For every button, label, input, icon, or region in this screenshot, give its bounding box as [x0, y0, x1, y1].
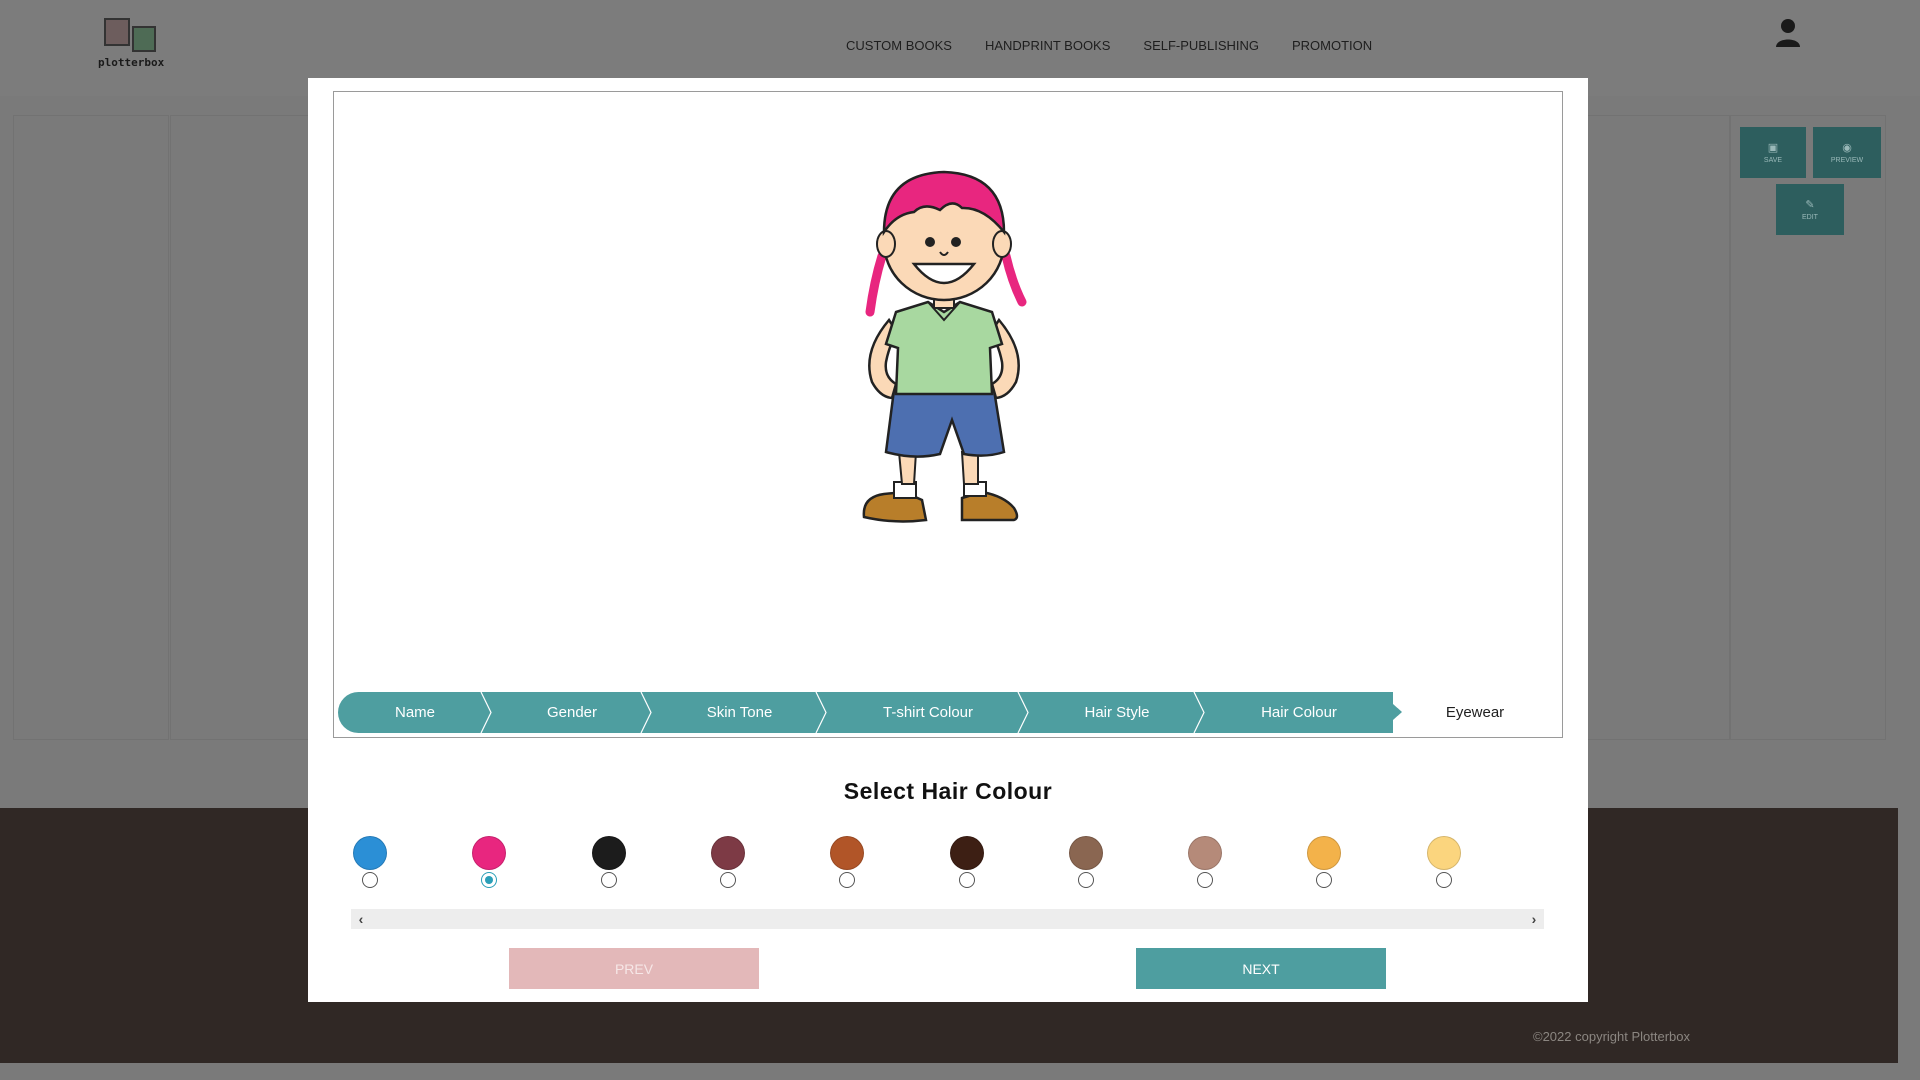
wizard-step-name[interactable]: Name	[338, 692, 492, 733]
hair-colour-option[interactable]	[698, 836, 758, 904]
colour-swatch[interactable]	[950, 836, 984, 870]
character-illustration	[862, 170, 1027, 523]
wizard-step-label: Gender	[546, 704, 598, 721]
colour-swatch[interactable]	[1427, 836, 1461, 870]
wizard-step-skin-tone[interactable]: Skin Tone	[652, 692, 827, 733]
hair-colour-option[interactable]	[817, 836, 877, 904]
wizard-step-eyewear[interactable]: Eyewear	[1393, 692, 1557, 733]
scroll-left-icon[interactable]: ‹	[351, 909, 371, 929]
wizard-step-label: Hair Style	[1084, 704, 1150, 721]
preview-label: PREVIEW	[1830, 157, 1864, 164]
logo-text: plotterbox	[98, 56, 165, 69]
hair-colour-option[interactable]	[937, 836, 997, 904]
main-nav: CUSTOM BOOKS HANDPRINT BOOKS SELF-PUBLIS…	[846, 38, 1405, 53]
next-button[interactable]: NEXT	[1136, 948, 1386, 989]
logo-block-left	[104, 18, 130, 46]
prev-button[interactable]: PREV	[509, 948, 759, 989]
save-button[interactable]: ▣ SAVE	[1740, 127, 1806, 178]
step-separator-chevron-icon	[640, 692, 652, 733]
colour-swatch[interactable]	[353, 836, 387, 870]
wizard-step-hair-colour[interactable]: Hair Colour	[1205, 692, 1393, 733]
colour-radio[interactable]	[481, 872, 497, 888]
wizard-step-label: Hair Colour	[1261, 704, 1337, 721]
eye-icon: ◉	[1842, 142, 1852, 154]
colour-radio[interactable]	[839, 872, 855, 888]
wizard-step-hair-style[interactable]: Hair Style	[1029, 692, 1205, 733]
character-builder-modal: Name Gender Skin Tone T-shirt Colour Hair St…	[308, 78, 1588, 1002]
nav-custom-books[interactable]: CUSTOM BOOKS	[846, 38, 952, 53]
step-separator-chevron-icon	[1017, 692, 1029, 733]
hair-colour-option[interactable]	[1175, 836, 1235, 904]
floppy-disk-icon: ▣	[1767, 142, 1779, 154]
wizard-step-label: Name	[394, 704, 435, 721]
wizard-step-label: Eyewear	[1445, 704, 1505, 721]
colour-swatch[interactable]	[1307, 836, 1341, 870]
wizard-step-gender[interactable]: Gender	[492, 692, 652, 733]
copyright-text: ©2022 copyright Plotterbox	[1533, 1029, 1691, 1044]
preview-button[interactable]: ◉ PREVIEW	[1813, 127, 1881, 178]
wizard-step-label: Skin Tone	[706, 704, 773, 721]
scroll-right-icon[interactable]: ›	[1524, 909, 1544, 929]
colour-swatch[interactable]	[711, 836, 745, 870]
colour-swatch[interactable]	[1188, 836, 1222, 870]
hair-colour-option[interactable]	[459, 836, 519, 904]
step-separator-chevron-icon	[1193, 692, 1205, 733]
hair-colour-option[interactable]	[1056, 836, 1116, 904]
colour-swatch[interactable]	[592, 836, 626, 870]
wizard-step-label: T-shirt Colour	[882, 704, 974, 721]
hair-colour-option[interactable]	[340, 836, 400, 904]
plotterbox-logo[interactable]: plotterbox	[96, 16, 166, 72]
colour-radio[interactable]	[601, 872, 617, 888]
save-label: SAVE	[1763, 157, 1783, 164]
colour-swatch[interactable]	[830, 836, 864, 870]
nav-self-publishing[interactable]: SELF-PUBLISHING	[1143, 38, 1259, 53]
logo-block-right	[132, 26, 156, 52]
user-account-icon[interactable]	[1775, 18, 1801, 48]
colour-radio[interactable]	[720, 872, 736, 888]
colour-radio[interactable]	[1316, 872, 1332, 888]
colour-swatch[interactable]	[472, 836, 506, 870]
nav-promotion[interactable]: PROMOTION	[1292, 38, 1372, 53]
hair-colour-option[interactable]	[1414, 836, 1474, 904]
wizard-steps: Name Gender Skin Tone T-shirt Colour Hair St…	[338, 692, 1557, 733]
wizard-step-t-shirt-colour[interactable]: T-shirt Colour	[827, 692, 1029, 733]
colour-radio[interactable]	[1436, 872, 1452, 888]
hair-colour-option[interactable]	[579, 836, 639, 904]
colour-radio[interactable]	[1078, 872, 1094, 888]
right-panel: ▣ SAVE ◉ PREVIEW ✎ EDIT	[1730, 115, 1886, 740]
nav-handprint-books[interactable]: HANDPRINT BOOKS	[985, 38, 1110, 53]
character-preview-area: Name Gender Skin Tone T-shirt Colour Hair St…	[333, 91, 1563, 738]
step-separator-chevron-icon	[815, 692, 827, 733]
edit-button[interactable]: ✎ EDIT	[1776, 184, 1844, 235]
colour-swatch[interactable]	[1069, 836, 1103, 870]
section-title: Select Hair Colour	[843, 778, 1053, 804]
horizontal-scrollbar[interactable]: ‹ ›	[351, 909, 1544, 929]
colour-radio[interactable]	[362, 872, 378, 888]
edit-label: EDIT	[1802, 214, 1818, 221]
colour-radio[interactable]	[1197, 872, 1213, 888]
edit-icon: ✎	[1805, 199, 1815, 211]
colour-radio[interactable]	[959, 872, 975, 888]
hair-colour-option[interactable]	[1294, 836, 1354, 904]
current-step-pointer-icon	[1393, 704, 1402, 720]
hair-colour-options	[351, 836, 1544, 904]
left-panel	[13, 115, 169, 740]
step-separator-chevron-icon	[480, 692, 492, 733]
